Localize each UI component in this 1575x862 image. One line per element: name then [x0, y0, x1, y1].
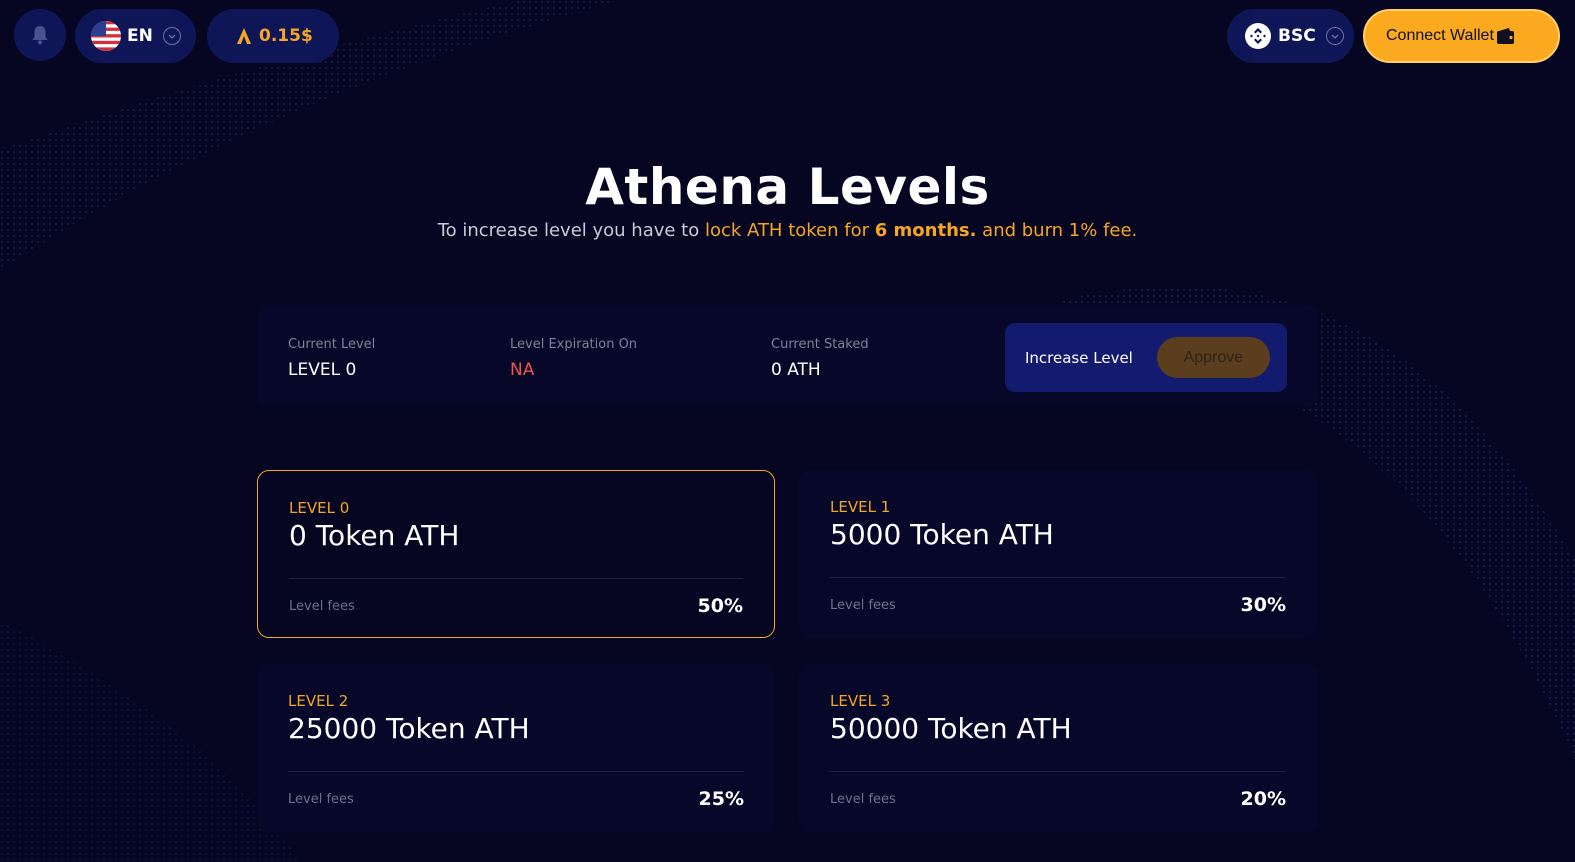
level-fees-label: Level fees	[830, 597, 896, 613]
expiration-label: Level Expiration On	[510, 337, 638, 352]
approve-button[interactable]: Approve	[1156, 337, 1270, 378]
staked-stat: Current Staked 0 ATH	[771, 337, 869, 380]
level-card[interactable]: LEVEL 3 50000 Token ATH Level fees 20%	[799, 664, 1317, 832]
level-name: LEVEL 3	[830, 692, 891, 710]
level-card[interactable]: LEVEL 2 25000 Token ATH Level fees 25%	[257, 664, 775, 832]
level-name: LEVEL 2	[288, 692, 349, 710]
level-amount: 5000 Token ATH	[830, 518, 1054, 551]
current-level-stat: Current Level LEVEL 0	[288, 337, 375, 380]
subtitle-bold: 6 months.	[874, 220, 977, 241]
increase-level-label: Increase Level	[1025, 348, 1133, 367]
level-fees-label: Level fees	[288, 791, 354, 807]
staked-label: Current Staked	[771, 337, 869, 352]
level-amount: 50000 Token ATH	[830, 712, 1072, 745]
level-fees-value: 50%	[697, 595, 743, 617]
us-flag-icon	[91, 21, 121, 51]
divider	[289, 578, 743, 579]
language-label: EN	[127, 26, 153, 46]
chevron-down-icon	[1325, 27, 1344, 45]
level-status-panel: Current Level LEVEL 0 Level Expiration O…	[257, 305, 1317, 405]
level-amount: 0 Token ATH	[289, 519, 460, 552]
expiration-value: NA	[510, 360, 535, 380]
current-level-value: LEVEL 0	[288, 360, 357, 380]
level-name: LEVEL 0	[289, 499, 350, 517]
divider	[288, 771, 744, 772]
connect-wallet-label: Connect Wallet	[1386, 27, 1494, 44]
level-fees-label: Level fees	[289, 598, 355, 614]
subtitle-suffix: and burn 1% fee.	[976, 220, 1138, 241]
current-level-label: Current Level	[288, 337, 376, 352]
increase-level-box: Increase Level Approve	[1005, 323, 1287, 392]
subtitle-prefix: To increase level you have to	[437, 220, 705, 241]
bell-icon	[32, 26, 48, 45]
level-amount: 25000 Token ATH	[288, 712, 530, 745]
connect-wallet-button[interactable]: Connect Wallet	[1363, 9, 1560, 63]
wallet-icon	[1496, 28, 1514, 44]
network-label: BSC	[1278, 26, 1316, 46]
page-title: Athena Levels	[585, 158, 990, 216]
level-fees-value: 25%	[698, 788, 744, 810]
athena-logo-icon	[237, 28, 251, 44]
page-subtitle: To increase level you have to lock ATH t…	[0, 220, 1575, 241]
level-name: LEVEL 1	[830, 498, 891, 516]
bnb-chain-icon	[1245, 23, 1271, 49]
language-selector[interactable]: EN	[75, 9, 196, 63]
subtitle-highlight: lock ATH token for	[704, 220, 875, 241]
staked-value: 0 ATH	[771, 360, 821, 380]
token-price-value: 0.15$	[259, 26, 313, 46]
level-fees-value: 30%	[1240, 594, 1286, 616]
network-selector[interactable]: BSC	[1227, 9, 1354, 63]
level-fees-value: 20%	[1240, 788, 1286, 810]
divider	[830, 577, 1286, 578]
chevron-down-icon	[162, 27, 181, 45]
background-wave-pattern	[0, 0, 1575, 862]
divider	[830, 771, 1286, 772]
level-card[interactable]: LEVEL 1 5000 Token ATH Level fees 30%	[799, 470, 1317, 638]
expiration-stat: Level Expiration On NA	[510, 337, 637, 380]
page: EN 0.15$ BSC Connect Wallet Athena Level…	[0, 0, 1575, 862]
level-fees-label: Level fees	[830, 791, 896, 807]
notification-button[interactable]	[14, 9, 66, 61]
token-price-button[interactable]: 0.15$	[207, 9, 339, 63]
level-card[interactable]: LEVEL 0 0 Token ATH Level fees 50%	[257, 470, 775, 638]
